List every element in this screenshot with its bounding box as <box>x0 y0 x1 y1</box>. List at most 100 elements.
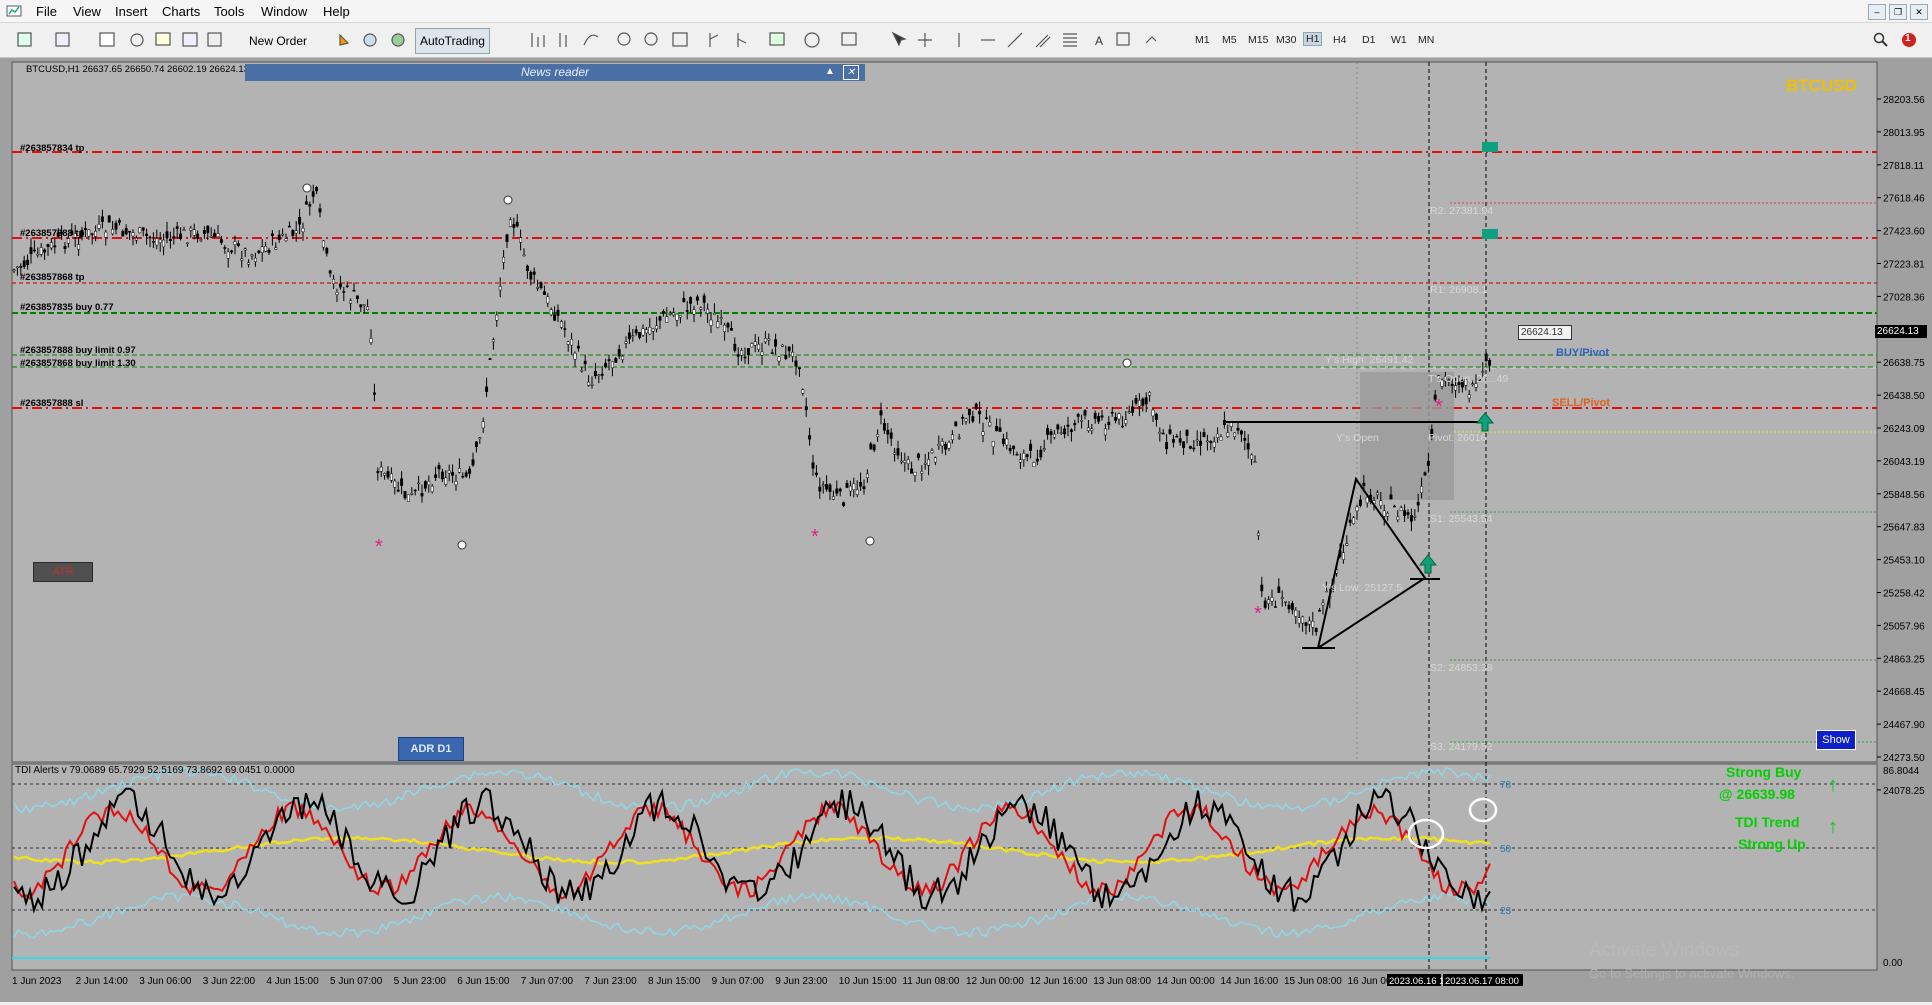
candle-body <box>627 332 631 340</box>
minimize-button[interactable]: – <box>1868 4 1886 20</box>
candle-body <box>556 309 560 316</box>
candle-body <box>961 416 965 419</box>
candle-body <box>12 269 16 272</box>
candle-body <box>141 227 145 231</box>
tf-m1[interactable]: M1 <box>1195 34 1210 46</box>
restore-button[interactable]: ❐ <box>1889 4 1907 20</box>
order-label: #263857834 tp <box>20 143 85 154</box>
tf-w1[interactable]: W1 <box>1391 34 1407 46</box>
candle-body <box>49 242 53 249</box>
crosshair-time-label: 2023.06.16 1 <box>1389 976 1444 987</box>
close-button[interactable]: ✕ <box>1910 4 1928 20</box>
window-controls: – ❐ ✕ <box>1865 4 1928 20</box>
candle-body <box>855 489 859 495</box>
candle-body <box>291 229 295 237</box>
adr-d1-button[interactable]: ADR D1 <box>398 737 464 761</box>
price-tick-label: 26438.50 <box>1883 391 1925 402</box>
candle-body <box>1175 435 1179 438</box>
show-button[interactable]: Show <box>1816 730 1856 750</box>
menu-help[interactable]: Help <box>323 4 350 19</box>
candle-body <box>389 473 393 481</box>
star-marker-icon: * <box>1254 603 1262 625</box>
price-tick-label: 28013.95 <box>1883 128 1925 139</box>
search-icon[interactable] <box>1873 32 1889 48</box>
candle-body <box>1154 413 1158 420</box>
candle-body <box>396 489 400 492</box>
menu-file[interactable]: File <box>36 4 57 19</box>
atr-button[interactable]: ATR <box>33 562 93 582</box>
price-tick-label: 27818.11 <box>1883 161 1924 172</box>
candle-body <box>32 249 36 252</box>
news-reader-bar[interactable]: News reader ▲ ✕ <box>245 64 865 81</box>
candle-body <box>692 309 696 315</box>
candle-body <box>1399 507 1403 511</box>
candle-body <box>536 287 540 289</box>
candle-body <box>1097 416 1101 422</box>
candle-body <box>46 244 50 247</box>
candle-body <box>151 241 155 243</box>
price-tick-label: 26638.75 <box>1883 358 1925 369</box>
candle-body <box>998 427 1002 432</box>
candle-body <box>485 386 489 393</box>
candle-body <box>1005 438 1009 446</box>
tf-m30[interactable]: M30 <box>1276 34 1296 46</box>
menu-insert[interactable]: Insert <box>115 4 148 19</box>
candle-body <box>474 441 478 447</box>
candle-body <box>678 315 682 318</box>
close-icon[interactable]: ✕ <box>843 65 859 80</box>
autotrading-button[interactable]: AutoTrading <box>415 28 490 54</box>
candle-body <box>1409 515 1413 522</box>
candle-body <box>451 472 455 476</box>
candle-body <box>134 237 138 241</box>
candle-body <box>1188 445 1192 449</box>
tf-h1[interactable]: H1 <box>1303 32 1323 46</box>
candle-body <box>410 493 414 495</box>
candle-body <box>1284 601 1288 603</box>
tf-m5[interactable]: M5 <box>1222 34 1237 46</box>
menu-charts[interactable]: Charts <box>162 4 200 19</box>
new-order-button[interactable]: New Order <box>244 28 312 54</box>
candle-body <box>1382 510 1386 517</box>
notification-count[interactable]: 1 <box>1905 33 1911 44</box>
candle-body <box>1413 516 1417 518</box>
collapse-icon[interactable]: ▲ <box>823 65 837 78</box>
candle-body <box>896 448 900 456</box>
order-label: #263857888 sl <box>20 398 84 409</box>
candle-body <box>1052 433 1056 438</box>
candle-body <box>270 233 274 236</box>
pivot-r1-label: R1: 26908.1 <box>1430 284 1488 296</box>
candle-body <box>355 295 359 299</box>
candle-body <box>155 238 159 246</box>
candle-body <box>1161 432 1165 435</box>
menu-window[interactable]: Window <box>261 4 307 19</box>
candle-body <box>1290 603 1294 611</box>
tf-d1[interactable]: D1 <box>1362 34 1375 46</box>
tf-mn[interactable]: MN <box>1418 34 1434 46</box>
price-tick-label: 27618.46 <box>1883 194 1925 205</box>
candle-body <box>760 351 764 356</box>
candle-body <box>260 246 264 253</box>
yesterday-open-label: Y's Open <box>1336 432 1379 444</box>
tf-m15[interactable]: M15 <box>1248 34 1268 46</box>
menu-view[interactable]: View <box>73 4 101 19</box>
candle-body <box>1467 394 1471 399</box>
candle-body <box>1144 397 1148 405</box>
candle-body <box>624 341 628 344</box>
candle-body <box>886 429 890 435</box>
candle-body <box>39 247 43 255</box>
candle-body <box>413 489 417 492</box>
candle-body <box>906 459 910 465</box>
price-tick-label: 24863.25 <box>1883 654 1925 665</box>
candle-body <box>400 478 404 486</box>
candle-body <box>1420 486 1424 494</box>
candle-body <box>777 356 781 362</box>
menu-tools[interactable]: Tools <box>214 4 244 19</box>
candle-body <box>784 354 788 359</box>
candle-body <box>366 306 370 310</box>
chart-window[interactable]: 28203.56 28013.95 27818.11 27618.46 27423.60… <box>0 58 1932 1002</box>
tf-h4[interactable]: H4 <box>1333 34 1346 46</box>
candle-body <box>1171 439 1175 443</box>
candle-body <box>876 434 880 437</box>
price-chart[interactable]: 28203.56 28013.95 27818.11 27618.46 27423.60… <box>0 58 1932 1002</box>
candle-body <box>699 307 703 310</box>
